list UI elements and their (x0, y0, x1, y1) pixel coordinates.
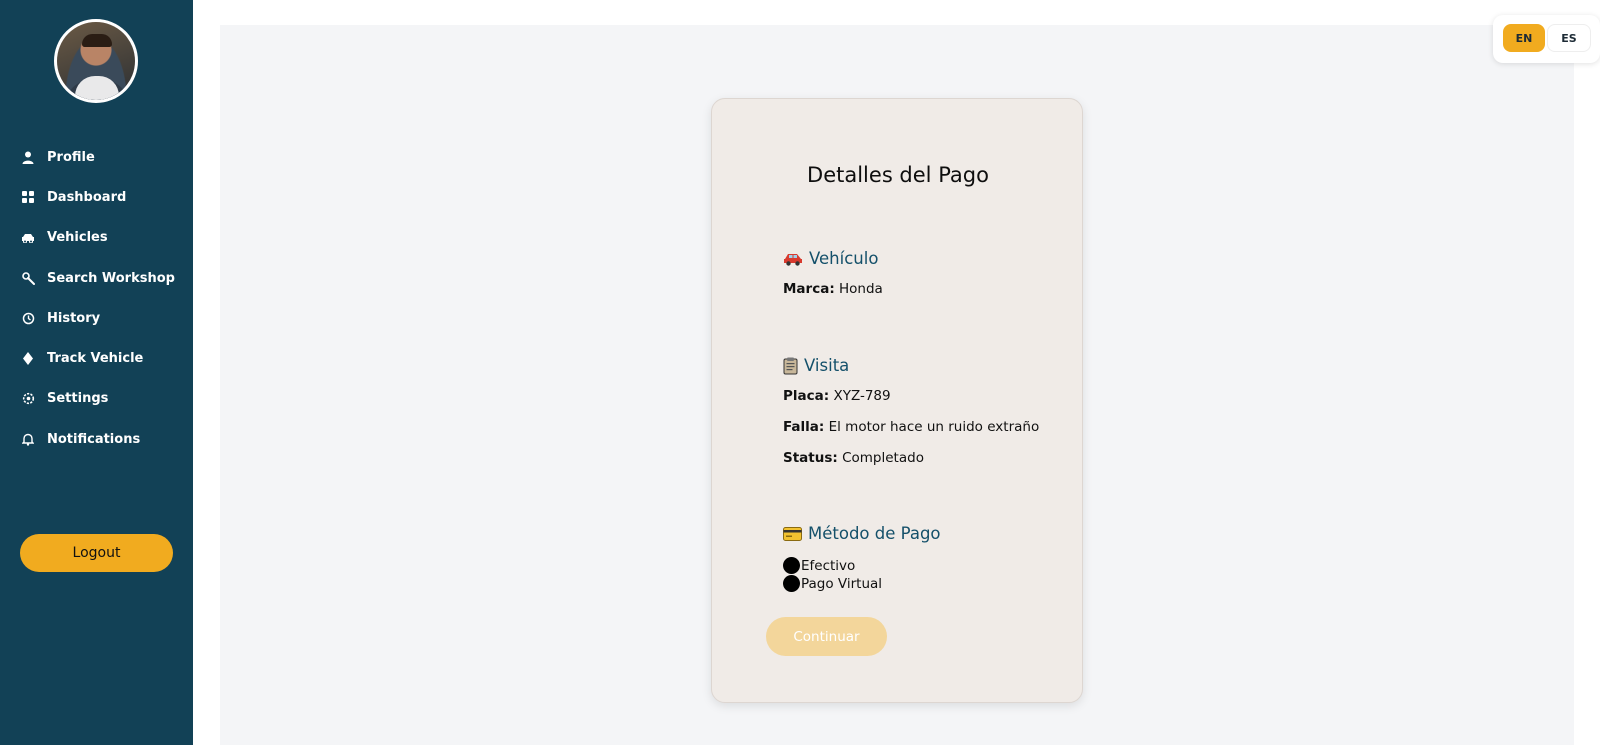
wrench-icon (20, 270, 36, 286)
radio-button[interactable] (783, 557, 800, 574)
bell-icon (20, 431, 36, 447)
visit-section-heading: Visita (783, 356, 849, 375)
status-value: Completado (842, 450, 924, 466)
status-label: Status: (783, 450, 838, 466)
sidebar-item-label: Profile (47, 149, 95, 165)
credit-card-icon (783, 526, 802, 541)
brand-value: Honda (839, 281, 883, 297)
payment-option-label: Pago Virtual (801, 575, 883, 592)
visit-heading-text: Visita (804, 356, 850, 375)
payment-method-heading-text: Método de Pago (808, 524, 941, 543)
payment-option-virtual[interactable]: Pago Virtual (783, 575, 882, 592)
fault-label: Falla: (783, 419, 825, 435)
visit-status-field: Status: Completado (783, 450, 924, 466)
logout-button[interactable]: Logout (20, 534, 173, 572)
payment-option-label: Efectivo (801, 557, 856, 574)
page-title: Detalles del Pago (807, 163, 989, 187)
sidebar-item-label: Search Workshop (47, 270, 175, 286)
sidebar-item-dashboard[interactable]: Dashboard (0, 177, 193, 217)
radio-button[interactable] (783, 575, 800, 592)
clipboard-icon (783, 357, 798, 375)
user-icon (20, 149, 36, 165)
plate-value: XYZ-789 (833, 388, 891, 404)
payment-details-card: Detalles del Pago Vehículo Marca: Honda … (711, 98, 1083, 703)
car-icon (783, 252, 803, 266)
sidebar-item-track-vehicle[interactable]: Track Vehicle (0, 338, 193, 378)
sidebar-item-notifications[interactable]: Notifications (0, 419, 193, 459)
language-es-button[interactable]: ES (1547, 24, 1591, 52)
language-en-button[interactable]: EN (1503, 24, 1545, 52)
history-icon (20, 310, 36, 326)
sidebar-item-label: History (47, 310, 101, 326)
avatar[interactable] (54, 19, 138, 103)
sidebar-nav: Profile Dashboard Vehicles Search Worksh… (0, 137, 193, 459)
sidebar-item-label: Notifications (47, 431, 141, 447)
sidebar-item-profile[interactable]: Profile (0, 137, 193, 177)
avatar-shirt (75, 76, 119, 100)
payment-method-section-heading: Método de Pago (783, 524, 941, 543)
payment-option-cash[interactable]: Efectivo (783, 557, 855, 574)
avatar-hair (82, 34, 112, 47)
visit-fault-field: Falla: El motor hace un ruido extraño (783, 419, 1039, 435)
sidebar-item-label: Settings (47, 391, 109, 407)
language-toggle: EN ES (1493, 15, 1600, 63)
gear-icon (20, 391, 36, 407)
brand-label: Marca: (783, 281, 835, 297)
sidebar-item-label: Dashboard (47, 189, 127, 205)
fault-value: El motor hace un ruido extraño (828, 419, 1040, 435)
plate-label: Placa: (783, 388, 830, 404)
sidebar-item-label: Track Vehicle (47, 351, 144, 367)
visit-plate-field: Placa: XYZ-789 (783, 388, 891, 404)
car-icon (20, 230, 36, 246)
vehicle-heading-text: Vehículo (809, 249, 879, 268)
location-pin-icon (20, 351, 36, 367)
sidebar-item-label: Vehicles (47, 230, 108, 246)
vehicle-brand-field: Marca: Honda (783, 281, 883, 297)
sidebar-item-vehicles[interactable]: Vehicles (0, 218, 193, 258)
grid-icon (20, 189, 36, 205)
sidebar-item-settings[interactable]: Settings (0, 379, 193, 419)
sidebar: Profile Dashboard Vehicles Search Worksh… (0, 0, 193, 745)
vehicle-section-heading: Vehículo (783, 249, 878, 268)
continue-button[interactable]: Continuar (766, 617, 887, 656)
sidebar-item-history[interactable]: History (0, 298, 193, 338)
sidebar-item-search-workshop[interactable]: Search Workshop (0, 258, 193, 298)
